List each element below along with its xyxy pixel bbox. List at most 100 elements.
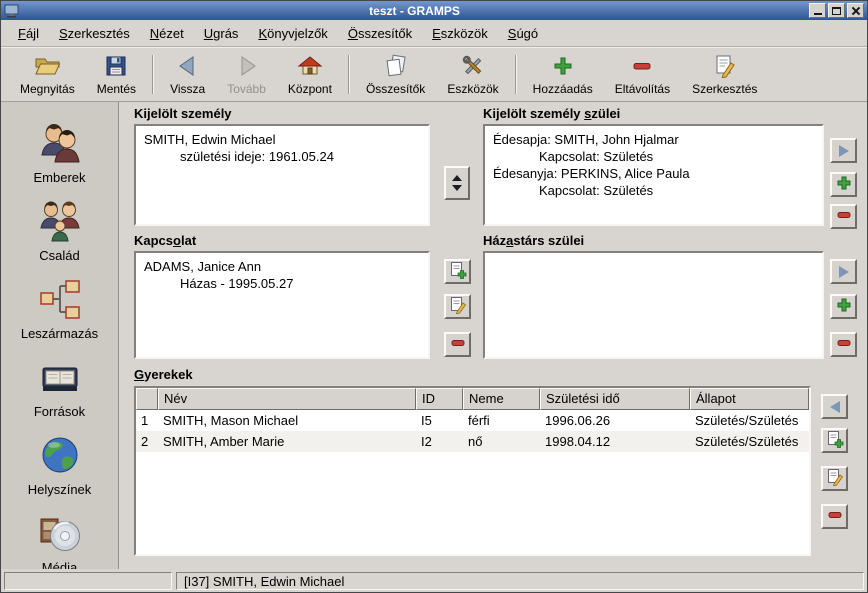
parents-label: Kijelölt személy szülei (483, 106, 621, 121)
close-icon (851, 6, 861, 16)
column-header-name[interactable]: Név (158, 388, 416, 410)
reports-icon (384, 53, 408, 79)
menu-file[interactable]: Fájl (9, 22, 48, 45)
statusbar: [I37] SMITH, Edwin Michael (1, 569, 867, 592)
column-header-gender[interactable]: Neme (463, 388, 540, 410)
column-header-index[interactable] (136, 388, 158, 410)
remove-button[interactable]: Eltávolítás (604, 50, 681, 99)
sidebar-item-sources[interactable]: Források (1, 348, 118, 426)
relationship-detail: Házas - 1995.05.27 (180, 276, 294, 291)
edit-button[interactable]: Szerkesztés (681, 50, 768, 99)
parents-select-button[interactable] (830, 138, 857, 163)
table-row[interactable]: 2 SMITH, Amber Marie I2 nő 1998.04.12 Sz… (136, 431, 809, 452)
parents-box[interactable]: Édesapja: SMITH, John Hjalmar Kapcsolat:… (483, 124, 824, 226)
globe-icon (38, 433, 82, 480)
arrow-down-icon (452, 185, 462, 191)
menu-bookmarks[interactable]: Könyvjelzők (249, 22, 336, 45)
sidebar-item-family[interactable]: Család (1, 192, 118, 270)
reports-button[interactable]: Összesítők (355, 50, 436, 99)
menu-go[interactable]: Ugrás (195, 22, 248, 45)
sidebar-item-places[interactable]: Helyszínek (1, 426, 118, 504)
arrow-right-icon (838, 144, 849, 157)
document-edit-icon (449, 296, 467, 317)
parents-remove-button[interactable] (830, 204, 857, 229)
spouse-parents-remove-button[interactable] (830, 332, 857, 357)
tools-icon (461, 53, 485, 79)
spouse-parents-select-button[interactable] (830, 259, 857, 284)
swap-spouse-button[interactable] (444, 166, 470, 200)
mother-relation-line: Kapcsolat: Születés (539, 183, 654, 198)
column-header-id[interactable]: ID (416, 388, 463, 410)
parents-add-button[interactable] (830, 172, 857, 197)
relationship-box[interactable]: ADAMS, Janice Ann Házas - 1995.05.27 (134, 251, 430, 359)
people-icon (38, 121, 82, 168)
family-view: Kijelölt személy SMITH, Edwin Michael sz… (119, 102, 867, 569)
selected-person-birth: születési ideje: 1961.05.24 (180, 149, 334, 164)
sidebar-item-pedigree[interactable]: Leszármazás (1, 270, 118, 348)
floppy-icon (104, 53, 128, 79)
books-icon (38, 355, 82, 402)
arrow-up-icon (452, 175, 462, 181)
plus-icon (836, 297, 852, 316)
children-table-header: Név ID Neme Születési idő Állapot (136, 388, 809, 410)
home-button[interactable]: Központ (277, 50, 343, 99)
menubar: Fájl Szerkesztés Nézet Ugrás Könyvjelzők… (1, 20, 867, 47)
father-relation-line: Kapcsolat: Születés (539, 149, 654, 164)
document-plus-icon (449, 261, 467, 282)
arrow-right-icon (234, 53, 260, 79)
table-row[interactable]: 1 SMITH, Mason Michael I5 férfi 1996.06.… (136, 410, 809, 431)
status-text: [I37] SMITH, Edwin Michael (176, 571, 864, 590)
edit-icon (713, 53, 737, 79)
mother-line: Édesanyja: PERKINS, Alice Paula (493, 166, 690, 181)
column-header-birthdate[interactable]: Születési idő (540, 388, 690, 410)
folder-open-icon (34, 53, 61, 79)
add-child-button[interactable] (821, 428, 848, 453)
menu-help[interactable]: Súgó (499, 22, 547, 45)
window-title: teszt - GRAMPS (369, 3, 460, 18)
spouse-parents-add-button[interactable] (830, 294, 857, 319)
edit-relationship-button[interactable] (444, 294, 471, 319)
spouse-name: ADAMS, Janice Ann (144, 259, 262, 274)
column-header-status[interactable]: Állapot (690, 388, 809, 410)
add-spouse-button[interactable] (444, 259, 471, 284)
menu-tools[interactable]: Eszközök (423, 22, 497, 45)
maximize-button[interactable] (828, 3, 845, 18)
minus-icon (631, 53, 653, 79)
add-button[interactable]: Hozzáadás (522, 50, 604, 99)
toolbar: Megnyitás Mentés Vissza Tovább Központ Ö… (1, 47, 867, 102)
select-child-button[interactable] (821, 394, 848, 419)
relationship-label: Kapcsolat (134, 233, 197, 248)
save-button[interactable]: Mentés (86, 50, 147, 99)
back-button[interactable]: Vissza (159, 50, 216, 99)
open-button[interactable]: Megnyitás (9, 50, 86, 99)
progress-area (4, 571, 172, 590)
minus-icon (450, 335, 466, 354)
toolbar-separator (347, 55, 350, 94)
children-table: Név ID Neme Születési idő Állapot 1 SMIT… (134, 386, 811, 556)
menu-edit[interactable]: Szerkesztés (50, 22, 139, 45)
pedigree-icon (38, 277, 82, 324)
document-edit-icon (826, 468, 844, 489)
remove-child-button[interactable] (821, 504, 848, 529)
sidebar-item-people[interactable]: Emberek (1, 114, 118, 192)
close-button[interactable] (847, 3, 864, 18)
toolbar-separator (152, 55, 155, 94)
selected-person-name: SMITH, Edwin Michael (144, 132, 276, 147)
selected-person-box[interactable]: SMITH, Edwin Michael születési ideje: 19… (134, 124, 430, 226)
minimize-button[interactable] (809, 3, 826, 18)
menu-view[interactable]: Nézet (141, 22, 193, 45)
spouse-parents-label: Házastárs szülei (483, 233, 585, 248)
home-icon (297, 53, 323, 79)
minimize-icon (813, 13, 822, 15)
toolbar-separator (514, 55, 517, 94)
children-label: Gyerekek (134, 367, 193, 382)
menu-reports[interactable]: Összesítők (339, 22, 421, 45)
edit-child-button[interactable] (821, 466, 848, 491)
family-icon (38, 199, 82, 246)
spouse-parents-box[interactable] (483, 251, 824, 359)
titlebar[interactable]: teszt - GRAMPS (1, 1, 867, 20)
arrow-left-icon (829, 400, 840, 413)
tools-button[interactable]: Eszközök (436, 50, 509, 99)
plus-icon (836, 175, 852, 194)
remove-spouse-button[interactable] (444, 332, 471, 357)
